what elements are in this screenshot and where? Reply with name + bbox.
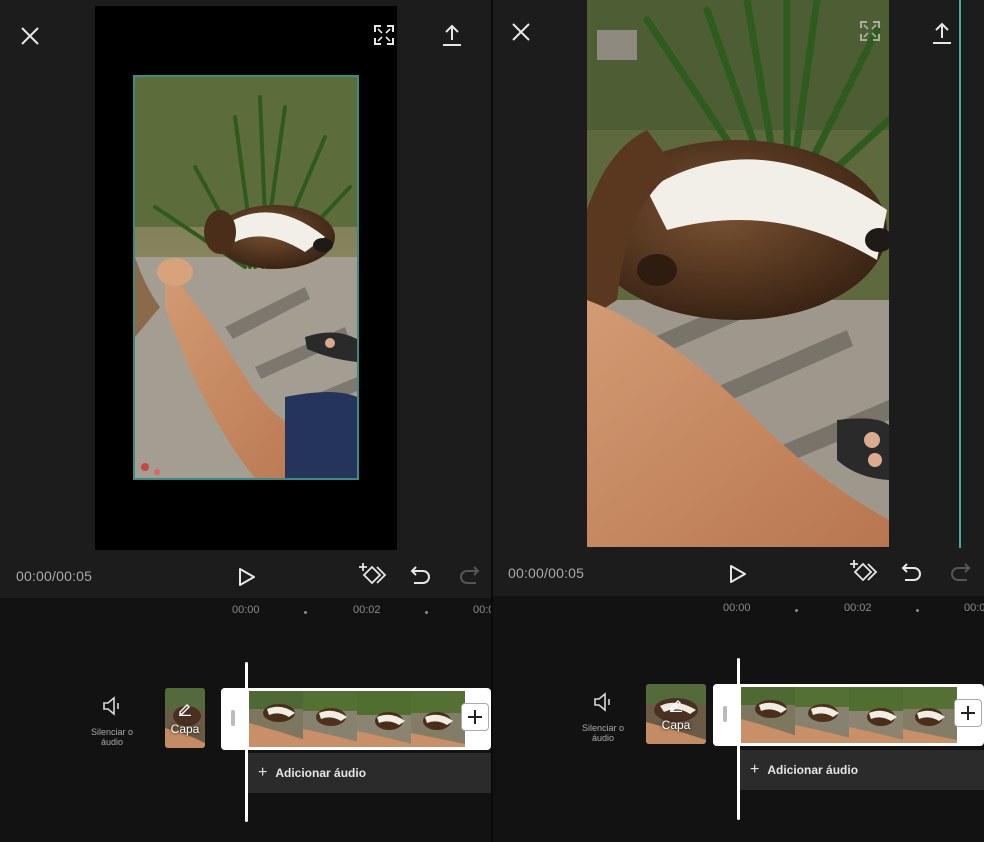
close-button[interactable] [18,24,42,48]
plus-icon [468,710,482,724]
filmstrip-frame [411,691,465,747]
video-preview [587,0,889,547]
redo-button[interactable] [456,562,482,588]
play-button[interactable] [725,561,751,587]
pencil-icon [670,700,682,713]
video-track[interactable] [713,684,984,746]
export-icon [443,24,461,46]
redo-button[interactable] [947,559,973,585]
keyframe-button[interactable] [847,557,879,587]
filmstrip-frame [357,691,411,747]
add-audio-label: Adicionar áudio [275,766,367,780]
ruler-tick-label: 00:02 [353,604,381,616]
add-audio-label: Adicionar áudio [767,763,859,777]
filmstrip-frame [795,687,849,743]
filmstrip-frame [303,691,357,747]
undo-button[interactable] [899,559,925,585]
fullscreen-icon [860,21,880,41]
mute-label-line1: Silenciar o [90,727,134,737]
add-clip-button[interactable] [954,699,982,727]
trim-handle-left[interactable] [713,684,739,746]
playback-controls: 00:00/00:05 [0,554,491,598]
playback-controls: 00:00/00:05 [493,551,984,595]
add-audio-button[interactable]: + Adicionar áudio [248,753,491,793]
cover-button[interactable]: Capa [165,688,205,748]
mute-label-line2: áudio [100,737,124,747]
fullscreen-icon [374,25,394,45]
play-icon [730,565,746,583]
redo-icon [460,566,480,584]
timecode: 00:00/00:05 [16,568,93,584]
ruler-dot [795,609,798,612]
video-clip-selected[interactable] [133,75,359,480]
preview-area [493,0,984,596]
cover-label: Capa [170,722,200,736]
export-icon [933,22,951,44]
speaker-icon [594,692,610,712]
mute-audio-button[interactable]: Silenciar o áudio [568,692,638,743]
timeline-playhead[interactable] [245,662,248,822]
keyframe-icon [359,563,387,585]
close-icon [512,23,530,41]
pencil-icon [179,704,191,717]
ruler-dot [304,611,307,614]
filmstrip-frame [849,687,903,743]
timecode: 00:00/00:05 [508,565,585,581]
filmstrip-frame [741,687,795,743]
timeline-playhead[interactable] [737,658,740,820]
undo-icon [901,563,921,581]
plus-icon: + [750,761,760,778]
mute-label-line2: áudio [591,733,615,743]
plus-icon: + [258,764,268,781]
export-button[interactable] [930,20,954,46]
add-audio-button[interactable]: + Adicionar áudio [740,750,984,790]
redo-icon [951,563,971,581]
ruler-tick-label: 00:0 [473,604,491,616]
mute-label-line1: Silenciar o [581,723,625,733]
add-clip-button[interactable] [461,703,489,731]
ruler-tick-label: 00:0 [964,602,984,614]
ruler-tick-label: 00:02 [844,602,872,614]
keyframe-icon [850,560,878,582]
time-ruler: 00:00 00:02 00:0 [0,604,491,620]
close-icon [21,27,39,45]
filmstrip-frame [249,691,303,747]
video-preview [95,6,397,550]
video-track[interactable] [221,688,491,750]
fullscreen-button[interactable] [373,24,395,46]
time-ruler: 00:00 00:02 00:0 [493,602,984,618]
filmstrip-frame [903,687,957,743]
mute-audio-button[interactable]: Silenciar o áudio [77,696,147,747]
cover-button[interactable]: Capa [646,684,706,744]
ruler-tick-label: 00:00 [232,604,260,616]
video-frame-image [587,0,889,547]
undo-button[interactable] [408,562,434,588]
close-button[interactable] [509,20,533,44]
preview-area [0,0,491,598]
keyframe-button[interactable] [356,560,388,590]
ruler-dot [916,609,919,612]
trim-handle-left[interactable] [221,688,247,750]
play-button[interactable] [234,564,260,590]
preview-boundary-line [959,0,961,548]
clip-filmstrip[interactable] [249,691,465,747]
video-clip-fullscreen[interactable] [587,0,889,547]
undo-icon [410,566,430,584]
clip-filmstrip[interactable] [741,687,957,743]
ruler-tick-label: 00:00 [723,602,751,614]
fullscreen-button[interactable] [859,20,881,42]
video-frame-image [135,77,357,478]
cover-label: Capa [661,718,691,732]
play-icon [239,568,255,586]
ruler-dot [425,611,428,614]
speaker-icon [103,696,119,716]
export-button[interactable] [440,22,464,48]
plus-icon [961,706,975,720]
